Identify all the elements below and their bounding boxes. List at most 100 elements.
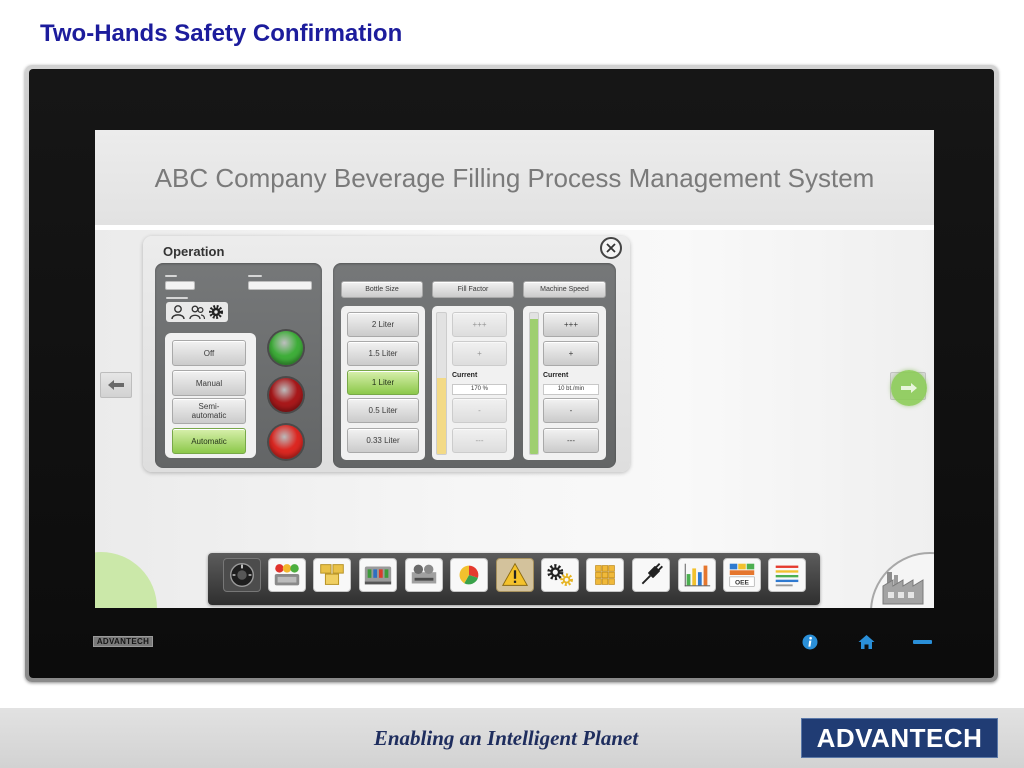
option-label: 1 Liter — [371, 378, 395, 387]
toolbar-tile-pallet[interactable] — [586, 558, 624, 592]
fill-factor-controls: +++ + Current 170 % - --- — [432, 306, 514, 460]
info-icon[interactable] — [802, 634, 818, 650]
dial-icon — [230, 563, 254, 587]
machine-speed-level-fill — [530, 318, 538, 454]
fill-factor-current-value: 170 % — [452, 384, 507, 395]
filler-machine-icon — [364, 566, 392, 585]
slide-title: Two-Hands Safety Confirmation — [40, 20, 403, 47]
mode-label: Automatic — [191, 436, 227, 446]
toolbar-tile-gears[interactable] — [541, 558, 579, 592]
gear-icon[interactable] — [207, 304, 225, 320]
toolbar-tile-warning[interactable] — [496, 558, 534, 592]
operation-title: Operation — [163, 244, 225, 259]
bottle-size-options: 2 Liter 1.5 Liter 1 Liter 0.5 Liter 0.33… — [341, 306, 425, 460]
batch-field[interactable] — [248, 281, 312, 290]
option-label: 2 Liter — [371, 320, 395, 329]
gears-icon — [547, 564, 573, 587]
bottle-size-label: Bottle Size — [365, 286, 399, 293]
toolbar-tile-power[interactable] — [632, 558, 670, 592]
toolbar-tile-filler[interactable] — [359, 558, 397, 592]
machine-speed-label: Machine Speed — [540, 286, 589, 293]
speed-decrease-button[interactable]: - — [543, 398, 599, 423]
hold-light-button[interactable] — [269, 378, 303, 412]
logo-text: ADVANTECH — [816, 722, 983, 753]
capper-machine-icon — [411, 564, 437, 584]
bottle-size-option[interactable]: 2 Liter — [347, 312, 419, 337]
warning-icon — [501, 562, 529, 586]
toolbar-tile-report[interactable] — [768, 558, 806, 592]
button-label: - — [569, 406, 573, 415]
start-light-button[interactable] — [269, 331, 303, 365]
users-icon[interactable] — [188, 304, 206, 320]
plug-icon — [641, 563, 663, 585]
mode-semi-automatic-button[interactable]: Semi-automatic — [172, 398, 246, 424]
toolbar-tile-oee[interactable]: OEE — [723, 558, 761, 592]
mode-off-button[interactable]: Off — [172, 340, 246, 366]
mode-label: Semi-automatic — [191, 402, 227, 420]
bottle-size-header: Bottle Size — [341, 281, 423, 298]
process-settings-panel: Bottle Size Fill Factor Machine Speed 2 … — [333, 263, 616, 468]
speed-increase-button[interactable]: + — [543, 341, 599, 366]
minus-icon[interactable] — [913, 640, 932, 644]
user-field[interactable] — [165, 281, 195, 290]
hmi-title: ABC Company Beverage Filling Process Man… — [154, 163, 875, 193]
mode-control-panel: Off Manual Semi-automatic Automatic — [155, 263, 322, 468]
field-label-mark — [248, 275, 262, 277]
machine-speed-current-value: 10 bt./min — [543, 384, 599, 395]
home-icon[interactable] — [858, 634, 875, 650]
user-level-selector — [166, 302, 228, 322]
fill-factor-increase-button[interactable]: + — [452, 341, 507, 366]
machine-speed-header: Machine Speed — [523, 281, 606, 298]
next-page-button[interactable] — [891, 370, 927, 406]
toolbar-tile-capper[interactable] — [405, 558, 443, 592]
close-icon — [606, 243, 616, 253]
toolbar-tile-pie-chart[interactable] — [450, 558, 488, 592]
arrow-left-icon — [108, 380, 124, 390]
field-label-mark — [166, 297, 188, 299]
speed-decrease-large-button[interactable]: --- — [543, 428, 599, 453]
pie-chart-icon — [459, 565, 479, 585]
toolbar-tile-dial[interactable] — [223, 558, 261, 592]
button-label: - — [478, 406, 481, 415]
bar-chart-icon — [684, 563, 711, 587]
prev-page-button[interactable] — [100, 372, 132, 398]
toolbar-tile-boxes[interactable] — [313, 558, 351, 592]
button-label: --- — [475, 436, 484, 445]
user-icon[interactable] — [169, 304, 187, 320]
toolbar-tile-status-lights[interactable] — [268, 558, 306, 592]
oee-label: OEE — [735, 579, 750, 586]
bottle-size-option[interactable]: 0.33 Liter — [347, 428, 419, 453]
button-label: + — [568, 349, 574, 358]
fill-factor-header: Fill Factor — [432, 281, 514, 298]
pallet-icon — [595, 565, 615, 585]
fill-factor-decrease-button[interactable]: - — [452, 398, 507, 423]
button-label: --- — [567, 436, 575, 445]
mode-manual-button[interactable]: Manual — [172, 370, 246, 396]
operation-dialog: Operation Off Manual Semi-automatic Auto… — [143, 236, 630, 472]
arrow-right-icon — [901, 383, 917, 393]
option-label: 0.33 Liter — [366, 436, 400, 445]
mode-automatic-button[interactable]: Automatic — [172, 428, 246, 454]
footer-tagline: Enabling an Intelligent Planet — [373, 726, 639, 750]
option-label: 0.5 Liter — [368, 406, 398, 415]
fill-factor-level-fill — [437, 377, 446, 454]
machine-speed-controls: +++ + Current 10 bt./min - --- — [523, 306, 606, 460]
factory-icon — [882, 572, 924, 605]
device-brand-logo: ADVANTECH — [93, 636, 153, 647]
bottle-size-option[interactable]: 1.5 Liter — [347, 341, 419, 366]
bottle-size-option[interactable]: 0.5 Liter — [347, 398, 419, 423]
fill-factor-increase-large-button[interactable]: +++ — [452, 312, 507, 337]
bottle-size-option[interactable]: 1 Liter — [347, 370, 419, 395]
advantech-logo: ADVANTECH — [801, 718, 998, 758]
machine-speed-level-bar — [529, 312, 539, 455]
fill-factor-decrease-large-button[interactable]: --- — [452, 428, 507, 453]
toolbar-tile-bar-chart[interactable] — [678, 558, 716, 592]
button-label: +++ — [472, 320, 487, 329]
button-label: +++ — [563, 320, 578, 329]
option-label: 1.5 Liter — [368, 349, 398, 358]
oee-icon: OEE — [729, 563, 755, 587]
close-button[interactable] — [600, 237, 622, 259]
stop-light-button[interactable] — [269, 425, 303, 459]
mode-label: Manual — [195, 378, 223, 388]
speed-increase-large-button[interactable]: +++ — [543, 312, 599, 337]
